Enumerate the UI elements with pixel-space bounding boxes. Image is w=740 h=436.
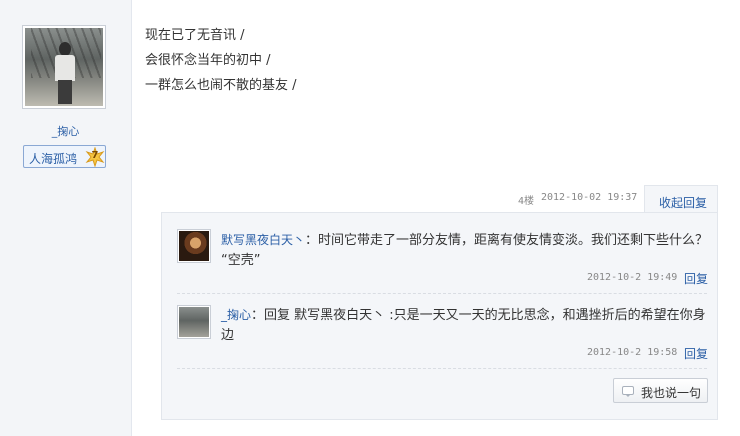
author-name-link[interactable]: _掬心: [0, 123, 131, 139]
reply-avatar[interactable]: [177, 229, 211, 263]
collapse-replies-label: 收起回复: [659, 196, 708, 210]
say-something-label: 我也说一句: [641, 386, 702, 400]
floor-number: 4楼: [518, 196, 535, 207]
post-line-3: 一群怎么也闹不散的基友 /: [145, 78, 297, 93]
post-line-1: 现在已了无音讯 /: [145, 28, 245, 43]
post-line-2: 会很怀念当年的初中 /: [145, 53, 271, 68]
reply-avatar[interactable]: [177, 305, 211, 339]
reply-divider: [177, 368, 707, 369]
reply-author-link[interactable]: 默写黑夜白天丶: [221, 233, 305, 247]
author-avatar[interactable]: [22, 25, 106, 109]
level-number: 7: [91, 150, 99, 161]
comment-bubble-icon: [622, 386, 634, 397]
reply-content: ：回复 默写黑夜白天丶 :只是一天又一天的无比思念，和遇挫折后的希望在你身边: [221, 308, 706, 343]
reply-text: _掬心：回复 默写黑夜白天丶 :只是一天又一天的无比思念，和遇挫折后的希望在你身…: [221, 305, 711, 346]
badge-label: 人海孤鸿: [29, 152, 78, 166]
reply-button[interactable]: 回复: [684, 345, 708, 362]
author-sidebar: _掬心 人海孤鸿 7: [0, 0, 132, 436]
reply-date: 2012-10-2 19:58: [587, 347, 678, 358]
reply-text: 默写黑夜白天丶：时间它带走了一部分友情，距离有使友情变淡。我们还剩下些什么？ “…: [221, 230, 711, 271]
reply-author-link[interactable]: _掬心: [221, 308, 251, 322]
reply-divider: [177, 293, 707, 294]
avatar-photo: [25, 28, 103, 106]
user-rank-badge[interactable]: 人海孤鸿 7: [23, 145, 106, 168]
reply-date: 2012-10-2 19:49: [587, 272, 678, 283]
collapse-replies-tab[interactable]: 收起回复: [644, 185, 718, 213]
reply-button[interactable]: 回复: [684, 270, 708, 287]
level-star-icon: 7: [85, 147, 105, 167]
post-timestamp: 2012-10-02 19:37: [541, 192, 638, 203]
say-something-button[interactable]: 我也说一句: [613, 378, 708, 403]
